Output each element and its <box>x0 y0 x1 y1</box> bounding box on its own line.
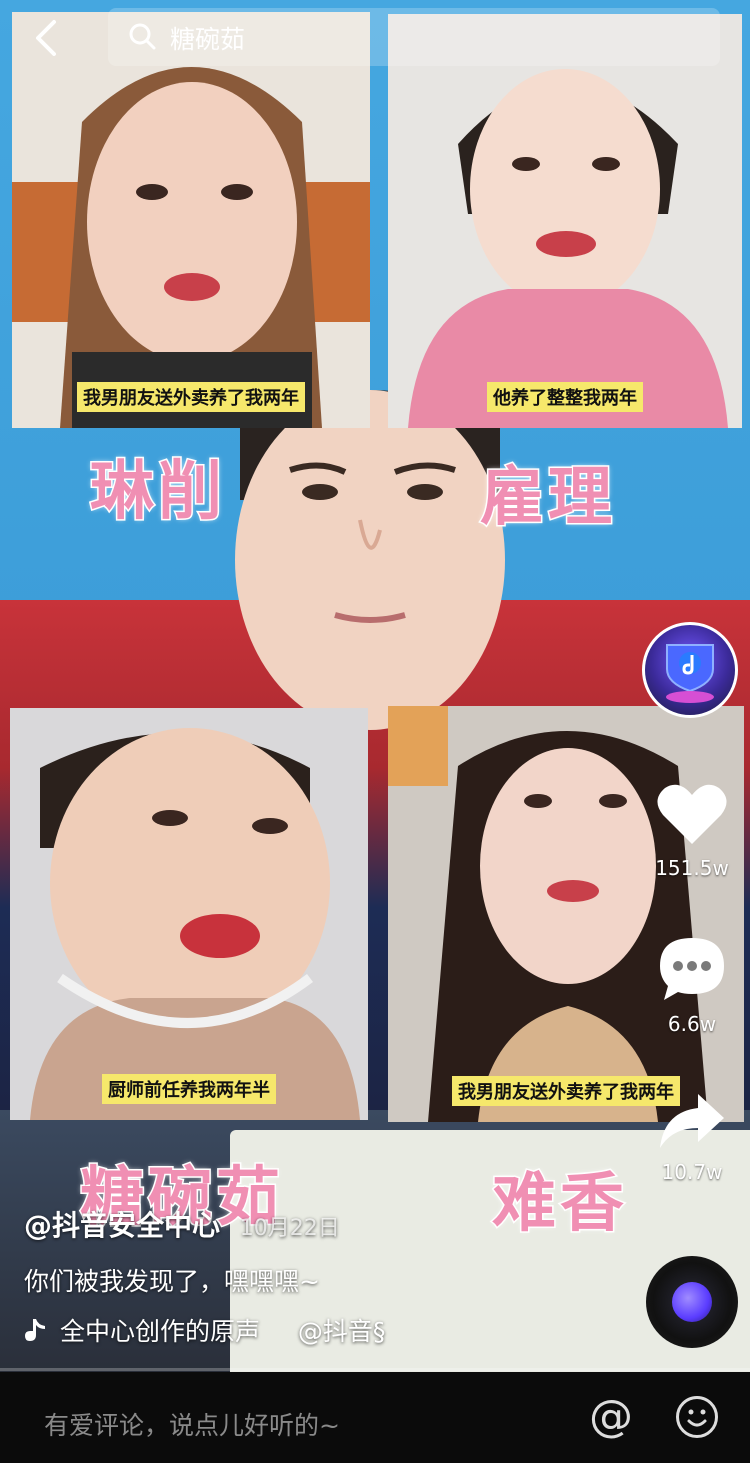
center-person-image <box>235 390 505 730</box>
video-player[interactable]: 我男朋友送外卖养了我两年 他养了整整我两年 琳削 雇理 厨师前任养我两年半 我男… <box>0 0 750 1372</box>
overlay-word-4: 难香 <box>491 1166 628 1243</box>
author-name[interactable]: @抖音安全中心 10月22日 <box>24 1204 340 1244</box>
author-avatar[interactable] <box>642 622 738 718</box>
video-tile-2: 他养了整整我两年 <box>388 14 742 428</box>
comment-count: 6.6w <box>667 1012 717 1036</box>
search-bar[interactable]: 糖碗茹 <box>108 8 720 66</box>
search-query-text: 糖碗茹 <box>170 25 246 54</box>
music-note-icon <box>25 1319 45 1341</box>
share-count: 10.7w <box>661 1160 723 1184</box>
tile-3-caption: 厨师前任养我两年半 <box>102 1074 276 1104</box>
overlay-word-1: 琳削 <box>89 454 226 531</box>
emoji-icon[interactable] <box>676 1396 718 1438</box>
woman-face-image <box>388 706 744 1122</box>
music-author: @抖音§ <box>297 1317 386 1346</box>
post-description: 你们被我发现了，嘿嘿嘿~ <box>24 1267 320 1296</box>
author-handle[interactable]: @抖音安全中心 <box>24 1209 220 1242</box>
tiktok-shield-icon <box>666 644 714 703</box>
comment-bubble-icon <box>660 938 724 1000</box>
music-disc[interactable] <box>646 1256 738 1348</box>
search-icon <box>129 23 156 50</box>
post-date: 10月22日 <box>239 1216 340 1241</box>
heart-icon <box>657 784 727 844</box>
share-button[interactable]: 10.7w <box>652 1090 732 1184</box>
share-arrow-icon <box>660 1094 724 1148</box>
top-bar: 糖碗茹 <box>0 0 750 76</box>
comment-bar: 有爱评论，说点儿好听的~ @ <box>0 1372 750 1463</box>
smiley-face-icon <box>687 1409 707 1427</box>
like-count: 151.5w <box>655 856 729 880</box>
tile-2-caption: 他养了整整我两年 <box>487 382 643 412</box>
music-info[interactable]: 全中心创作的原声 @抖音§ <box>24 1312 404 1348</box>
comment-input[interactable]: 有爱评论，说点儿好听的~ <box>44 1406 340 1442</box>
woman-face-image <box>10 708 368 1120</box>
tile-1-caption: 我男朋友送外卖养了我两年 <box>77 382 305 412</box>
tile-4-caption: 我男朋友送外卖养了我两年 <box>452 1076 680 1106</box>
video-tile-3: 厨师前任养我两年半 <box>10 708 368 1120</box>
overlay-word-2: 雇理 <box>479 460 616 537</box>
video-tile-4: 我男朋友送外卖养了我两年 <box>388 706 744 1122</box>
music-disc-cover <box>672 1282 712 1322</box>
video-progress-bar[interactable] <box>0 1368 750 1371</box>
music-title: 全中心创作的原声 <box>59 1317 260 1346</box>
back-arrow-icon[interactable] <box>30 18 60 58</box>
like-button[interactable]: 151.5w <box>652 782 732 880</box>
comment-button[interactable]: 6.6w <box>652 934 732 1036</box>
mention-icon[interactable]: @ <box>588 1394 634 1440</box>
woman-face-image <box>388 14 742 428</box>
